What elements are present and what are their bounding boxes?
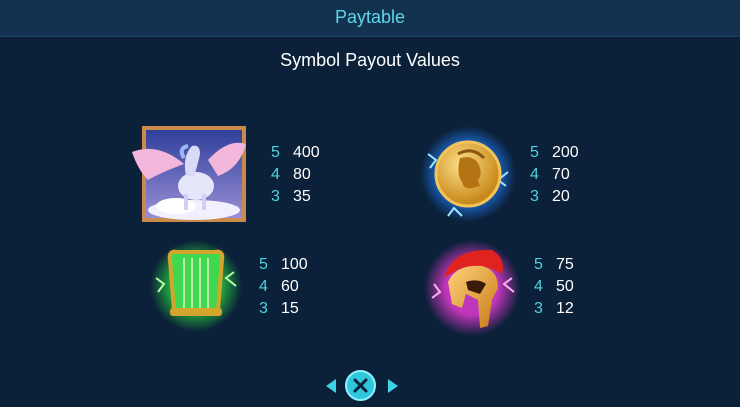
payout-row: 5 75 (534, 254, 574, 276)
chevron-left-icon[interactable] (326, 379, 336, 393)
payout-row: 5 200 (530, 142, 579, 164)
payout-row: 3 20 (530, 186, 579, 208)
payout-amount: 15 (281, 300, 299, 317)
match-count: 3 (534, 300, 543, 317)
match-count: 4 (271, 166, 280, 183)
match-count: 5 (271, 144, 280, 161)
helmet-payouts: 5 75 4 50 3 12 (534, 254, 574, 320)
match-count: 3 (271, 188, 280, 205)
match-count: 4 (530, 166, 539, 183)
lyre-payouts: 5 100 4 60 3 15 (259, 254, 308, 320)
payout-row: 3 35 (271, 186, 320, 208)
pegasus-payouts: 5 400 4 80 3 35 (271, 142, 320, 208)
payout-row: 4 70 (530, 164, 579, 186)
payout-row: 3 12 (534, 298, 574, 320)
payout-row: 3 15 (259, 298, 308, 320)
payout-amount: 75 (556, 256, 574, 273)
payout-amount: 60 (281, 278, 299, 295)
gold-coin-icon (418, 124, 518, 224)
match-count: 4 (534, 278, 543, 295)
paytable-header: Paytable (0, 0, 740, 37)
payout-row: 4 60 (259, 276, 308, 298)
payout-amount: 80 (293, 166, 311, 183)
coin-payouts: 5 200 4 70 3 20 (530, 142, 579, 208)
payout-amount: 70 (552, 166, 570, 183)
payout-row: 4 80 (271, 164, 320, 186)
spartan-helmet-icon (422, 238, 522, 338)
paytable-navigation (322, 367, 402, 405)
match-count: 3 (530, 188, 539, 205)
payout-row: 4 50 (534, 276, 574, 298)
match-count: 5 (259, 256, 268, 273)
header-title: Paytable (334, 7, 406, 27)
match-count: 5 (530, 144, 539, 161)
payout-amount: 200 (552, 144, 579, 161)
match-count: 4 (259, 278, 268, 295)
close-icon (353, 378, 368, 393)
close-button[interactable] (345, 370, 376, 401)
section-title: Symbol Payout Values (280, 50, 460, 70)
payout-amount: 35 (293, 188, 311, 205)
payout-amount: 20 (552, 188, 570, 205)
payout-row: 5 400 (271, 142, 320, 164)
chevron-right-icon[interactable] (388, 379, 398, 393)
payout-amount: 50 (556, 278, 574, 295)
pegasus-icon (128, 124, 248, 224)
payout-amount: 12 (556, 300, 574, 317)
match-count: 5 (534, 256, 543, 273)
payout-amount: 400 (293, 144, 320, 161)
payout-amount: 100 (281, 256, 308, 273)
payout-row: 5 100 (259, 254, 308, 276)
match-count: 3 (259, 300, 268, 317)
lyre-icon (148, 238, 244, 334)
